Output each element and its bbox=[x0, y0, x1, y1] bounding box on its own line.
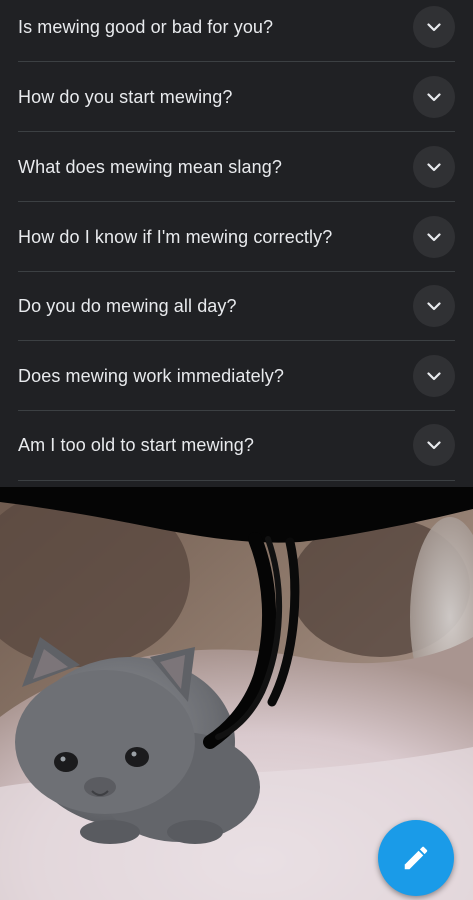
faq-item-6[interactable]: Am I too old to start mewing? bbox=[0, 410, 473, 480]
divider bbox=[18, 480, 455, 481]
chevron-down-icon[interactable] bbox=[413, 76, 455, 118]
chevron-down-icon[interactable] bbox=[413, 424, 455, 466]
faq-question: Is mewing good or bad for you? bbox=[18, 16, 274, 37]
faq-question: How do I know if I'm mewing correctly? bbox=[18, 226, 333, 247]
faq-item-2[interactable]: What does mewing mean slang? bbox=[0, 132, 473, 202]
chevron-down-icon[interactable] bbox=[413, 6, 455, 48]
faq-question: How do you start mewing? bbox=[18, 86, 233, 107]
faq-question: Does mewing work immediately? bbox=[18, 365, 284, 386]
faq-item-5[interactable]: Does mewing work immediately? bbox=[0, 341, 473, 411]
chevron-down-icon[interactable] bbox=[413, 146, 455, 188]
chevron-down-icon[interactable] bbox=[413, 355, 455, 397]
chevron-down-icon[interactable] bbox=[413, 285, 455, 327]
edit-fab-button[interactable] bbox=[378, 820, 454, 896]
chevron-down-icon[interactable] bbox=[413, 216, 455, 258]
faq-question: Am I too old to start mewing? bbox=[18, 434, 255, 455]
faq-item-1[interactable]: How do you start mewing? bbox=[0, 62, 473, 132]
faq-question: What does mewing mean slang? bbox=[18, 156, 282, 177]
faq-panel: Is mewing good or bad for you? How do yo… bbox=[0, 0, 473, 487]
faq-question: Do you do mewing all day? bbox=[18, 295, 237, 316]
faq-item-4[interactable]: Do you do mewing all day? bbox=[0, 271, 473, 341]
faq-item-3[interactable]: How do I know if I'm mewing correctly? bbox=[0, 202, 473, 272]
pencil-icon bbox=[404, 846, 428, 870]
faq-item-0[interactable]: Is mewing good or bad for you? bbox=[0, 0, 473, 62]
